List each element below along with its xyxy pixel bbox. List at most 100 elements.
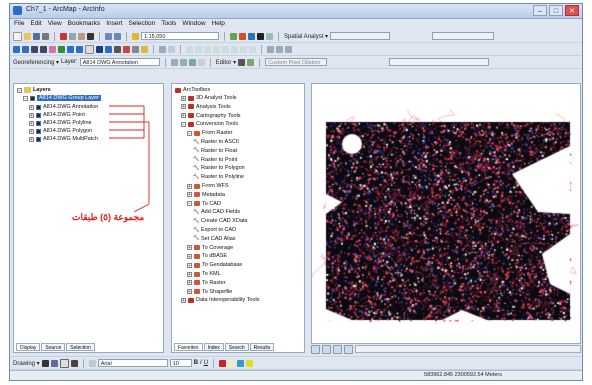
callout-icon[interactable] [88, 359, 96, 367]
layout-tool-3-icon[interactable] [285, 45, 292, 53]
menu-selection[interactable]: Selection [128, 19, 155, 29]
line-color-icon[interactable] [237, 359, 245, 367]
undo-icon[interactable] [105, 32, 112, 40]
toolset-row[interactable]: + To dBASE [187, 253, 227, 259]
tool-row[interactable]: 🔨 Raster to Polyline [193, 174, 244, 180]
tab-results[interactable]: Results [249, 343, 275, 351]
toolset-row[interactable]: + Metadata [187, 192, 225, 198]
bold-button[interactable]: B [194, 360, 198, 366]
swipe-icon[interactable] [159, 45, 166, 53]
expand-icon[interactable]: + [187, 245, 192, 251]
expand-icon[interactable]: + [187, 183, 192, 189]
layout-tool-1-icon[interactable] [267, 45, 274, 53]
select-features-icon[interactable] [85, 44, 94, 54]
rotate-element-icon[interactable] [50, 359, 58, 367]
toolset-row[interactable]: + To Geodatabase [187, 262, 242, 268]
marker-color-icon[interactable] [246, 359, 254, 367]
raster-tool-2-icon[interactable] [195, 45, 202, 53]
fixed-zoom-in-icon[interactable] [31, 45, 38, 53]
refresh-icon[interactable] [333, 344, 342, 354]
tab-index[interactable]: Index [203, 343, 224, 351]
expand-icon[interactable]: + [181, 95, 186, 101]
minimize-button[interactable]: – [533, 5, 547, 16]
georef-layer-select[interactable]: A814 DWG Annotation [79, 58, 160, 66]
tab-favorites[interactable]: Favorites [174, 343, 203, 351]
toolbox-row[interactable]: + Data Interoperability Tools [181, 297, 260, 303]
georeferencing-menu[interactable]: Georeferencing ▾ [13, 59, 59, 66]
help-icon[interactable] [266, 32, 273, 40]
tab-source[interactable]: Source [41, 343, 66, 351]
link-table-icon[interactable] [197, 58, 205, 66]
font-select[interactable]: Arial [97, 359, 168, 367]
identify-icon[interactable] [105, 45, 112, 53]
spatial-analyst-menu[interactable]: Spatial Analyst ▾ [284, 33, 328, 40]
tool-row[interactable]: 🔨 Add CAD Fields [193, 209, 240, 215]
expand-icon[interactable]: + [181, 297, 186, 303]
menu-file[interactable]: File [14, 19, 24, 29]
editor-menu[interactable]: Editor ▾ [216, 59, 236, 66]
save-icon[interactable] [33, 32, 40, 40]
arctoolbox-icon[interactable] [239, 32, 246, 40]
expand-icon[interactable]: + [187, 253, 192, 259]
paste-icon[interactable] [78, 32, 85, 40]
expand-icon[interactable]: + [187, 262, 192, 268]
raster-tool-3-icon[interactable] [204, 45, 211, 53]
toolset-row[interactable]: − From Raster [187, 130, 233, 136]
expand-icon[interactable]: + [181, 104, 186, 110]
command-line-icon[interactable] [257, 32, 264, 40]
fill-color-icon[interactable] [228, 359, 236, 367]
underline-button[interactable]: U [204, 360, 208, 366]
zoom-in-icon[interactable] [13, 45, 20, 53]
raster-tool-5-icon[interactable] [222, 45, 229, 53]
find-icon[interactable] [114, 45, 121, 53]
font-color-icon[interactable] [219, 359, 227, 367]
menu-window[interactable]: Window [182, 19, 205, 29]
cut-icon[interactable] [60, 32, 67, 40]
raster-tool-4-icon[interactable] [213, 45, 220, 53]
tool-row[interactable]: 🔨 Set CAD Alias [193, 236, 236, 242]
tool-row[interactable]: 🔨 Raster to Point [193, 157, 237, 163]
tab-search[interactable]: Search [224, 343, 249, 351]
map-scale-field[interactable]: 1:15,050 [141, 32, 219, 40]
raster-tool-6-icon[interactable] [231, 45, 238, 53]
tab-display[interactable]: Display [16, 343, 41, 351]
toolset-row[interactable]: + To Coverage [187, 245, 233, 251]
toolbox-row[interactable]: + Cartography Tools [181, 113, 241, 119]
tool-row[interactable]: 🔨 Create CAD XData [193, 218, 247, 224]
toolset-row[interactable]: + To Raster [187, 280, 226, 286]
raster-tool-1-icon[interactable] [186, 45, 193, 53]
redo-icon[interactable] [114, 32, 121, 40]
task-select[interactable]: Custom Pixel Dilation [265, 58, 328, 66]
delete-icon[interactable] [87, 32, 94, 40]
print-icon[interactable] [42, 32, 49, 40]
measure-icon[interactable] [132, 45, 139, 53]
drawing-menu[interactable]: Drawing ▾ [13, 360, 40, 367]
collapse-icon[interactable]: − [181, 121, 186, 127]
shift-icon[interactable] [179, 58, 187, 66]
expand-icon[interactable]: + [187, 280, 192, 286]
close-button[interactable]: ✕ [565, 5, 579, 16]
toolbox-row[interactable]: + Analysis Tools [181, 104, 231, 110]
effects-icon[interactable] [168, 45, 175, 53]
tab-selection[interactable]: Selection [66, 343, 95, 351]
tool-row[interactable]: 🔨 Raster to ASCII [193, 139, 239, 145]
pause-drawing-icon[interactable] [344, 344, 353, 354]
expand-icon[interactable]: + [187, 289, 192, 295]
arctoolbox-root-row[interactable]: ArcToolbox [175, 87, 210, 93]
data-view-icon[interactable] [311, 344, 320, 354]
spatial-analyst-layer-field[interactable] [330, 32, 391, 40]
select-elements-icon[interactable] [96, 45, 103, 53]
rotate-icon[interactable] [170, 58, 178, 66]
zoom-out-icon[interactable] [22, 45, 29, 53]
editor-toolbar-icon[interactable] [230, 32, 237, 40]
horizontal-scrollbar[interactable] [355, 345, 581, 353]
catalog-icon[interactable] [248, 32, 255, 40]
toolbox-row[interactable]: − Conversion Tools [181, 121, 238, 127]
add-data-icon[interactable] [132, 32, 139, 40]
hyperlink-icon[interactable] [141, 45, 148, 53]
tool-row[interactable]: 🔨 Export to CAD [193, 227, 236, 233]
new-document-icon[interactable] [13, 31, 22, 41]
menu-edit[interactable]: Edit [30, 19, 41, 29]
sketch-tool-icon[interactable] [247, 58, 255, 66]
expand-icon[interactable]: + [187, 271, 192, 277]
